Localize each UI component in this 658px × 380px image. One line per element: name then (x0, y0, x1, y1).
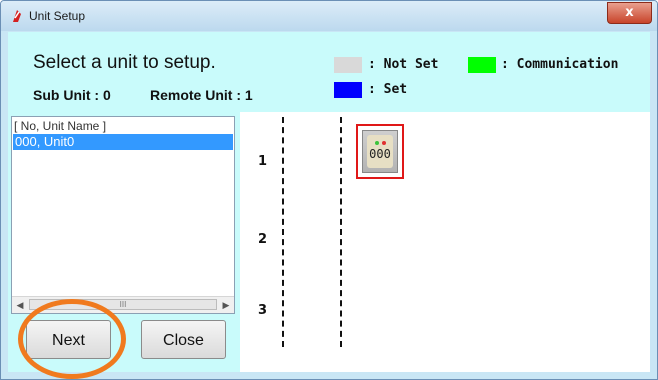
legend-swatch-not-set (334, 57, 362, 73)
legend-label-not-set: : Not Set (368, 57, 439, 72)
unit-id-label: 000 (369, 147, 391, 161)
chevron-left-icon[interactable]: ◀ (12, 297, 28, 313)
unit-listbox[interactable]: [ No, Unit Name ] 000, Unit0 ◀ III ▶ (11, 116, 235, 314)
unit-device-icon: 000 (362, 130, 398, 173)
chevron-right-icon[interactable]: ▶ (218, 297, 234, 313)
slot-number-3: 3 (258, 303, 268, 318)
legend-label-set: : Set (368, 82, 408, 97)
slot-number-1: 1 (258, 154, 268, 169)
remote-unit-label: Remote Unit : 1 (150, 87, 253, 103)
window-title: Unit Setup (29, 9, 86, 23)
instruction-text: Select a unit to setup. (33, 52, 216, 73)
slot-divider-left (282, 117, 284, 347)
unit-tile[interactable]: 000 (356, 124, 404, 179)
close-icon: x (625, 5, 634, 20)
title-bar[interactable]: Unit Setup x (1, 1, 657, 31)
instruction-header: Select a unit to setup. Sub Unit : 0 Rem… (8, 32, 650, 112)
window-close-button[interactable]: x (607, 2, 652, 24)
slot-number-2: 2 (258, 232, 268, 247)
close-button[interactable]: Close (141, 320, 226, 359)
unit-list-panel: [ No, Unit Name ] 000, Unit0 ◀ III ▶ Nex… (8, 112, 240, 379)
client-area: Select a unit to setup. Sub Unit : 0 Rem… (8, 32, 650, 379)
app-logo-icon (10, 9, 24, 23)
legend-swatch-communication (468, 57, 496, 73)
list-item[interactable]: 000, Unit0 (13, 134, 233, 150)
highlight-annotation-ring (18, 299, 126, 379)
unit-layout-canvas[interactable]: 1 2 3 000 (240, 112, 650, 372)
status-led-green (375, 141, 379, 145)
status-led-red (382, 141, 386, 145)
legend-swatch-set (334, 82, 362, 98)
legend-label-communication: : Communication (501, 57, 619, 72)
unit-setup-window: Unit Setup x Select a unit to setup. Sub… (0, 0, 658, 380)
slot-divider-right (340, 117, 342, 347)
list-header: [ No, Unit Name ] (14, 119, 107, 133)
sub-unit-label: Sub Unit : 0 (33, 87, 111, 103)
